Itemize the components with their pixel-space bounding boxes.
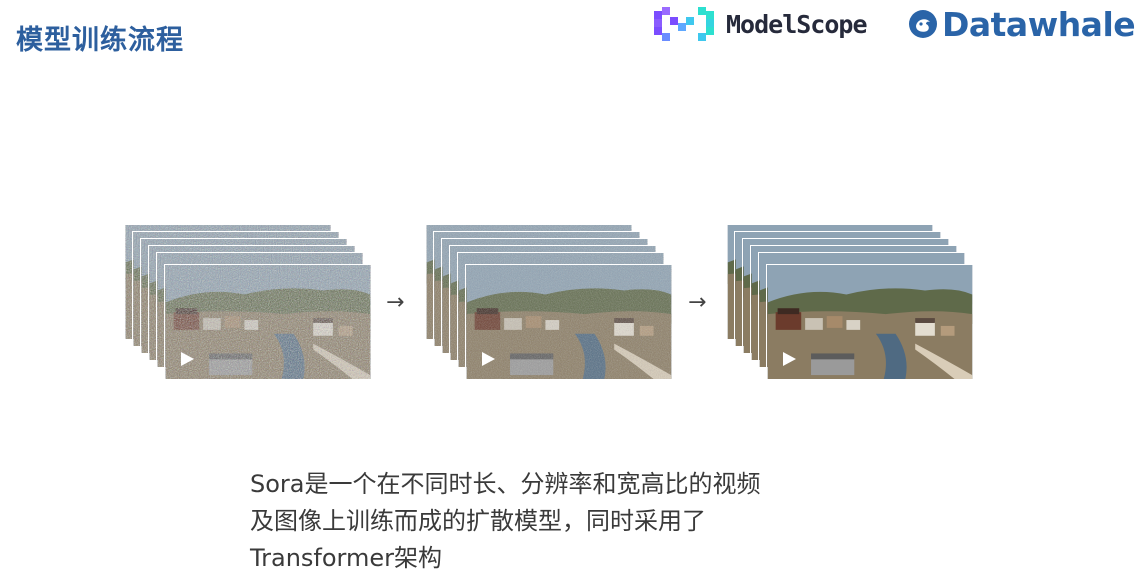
play-icon[interactable] [179, 351, 195, 367]
stage-noise [124, 224, 374, 382]
modelscope-wordmark: ModelScope [726, 9, 868, 39]
video-frame-front[interactable] [465, 264, 673, 380]
video-frame-front[interactable] [164, 264, 372, 380]
page-title: 模型训练流程 [16, 25, 184, 56]
play-icon[interactable] [480, 351, 496, 367]
video-frame-front[interactable] [766, 264, 974, 380]
whale-icon [909, 10, 937, 38]
modelscope-mark-icon [654, 7, 714, 41]
arrow-icon: → [688, 290, 707, 315]
stage-partial [425, 224, 675, 382]
caption-text: Sora是一个在不同时长、分辨率和宽高比的视频 及图像上训练而成的扩散模型，同时… [250, 466, 850, 577]
datawhale-logo: Datawhale [908, 4, 1136, 44]
play-icon[interactable] [781, 351, 797, 367]
caption-line: Transformer架构 [250, 544, 443, 572]
arrow-icon: → [386, 290, 405, 315]
stage-clean [726, 224, 976, 382]
datawhale-wordmark: Datawhale [942, 4, 1136, 44]
modelscope-logo: ModelScope [654, 6, 868, 42]
caption-line: Sora是一个在不同时长、分辨率和宽高比的视频 [250, 470, 761, 498]
caption-line: 及图像上训练而成的扩散模型，同时采用了 [250, 507, 706, 535]
